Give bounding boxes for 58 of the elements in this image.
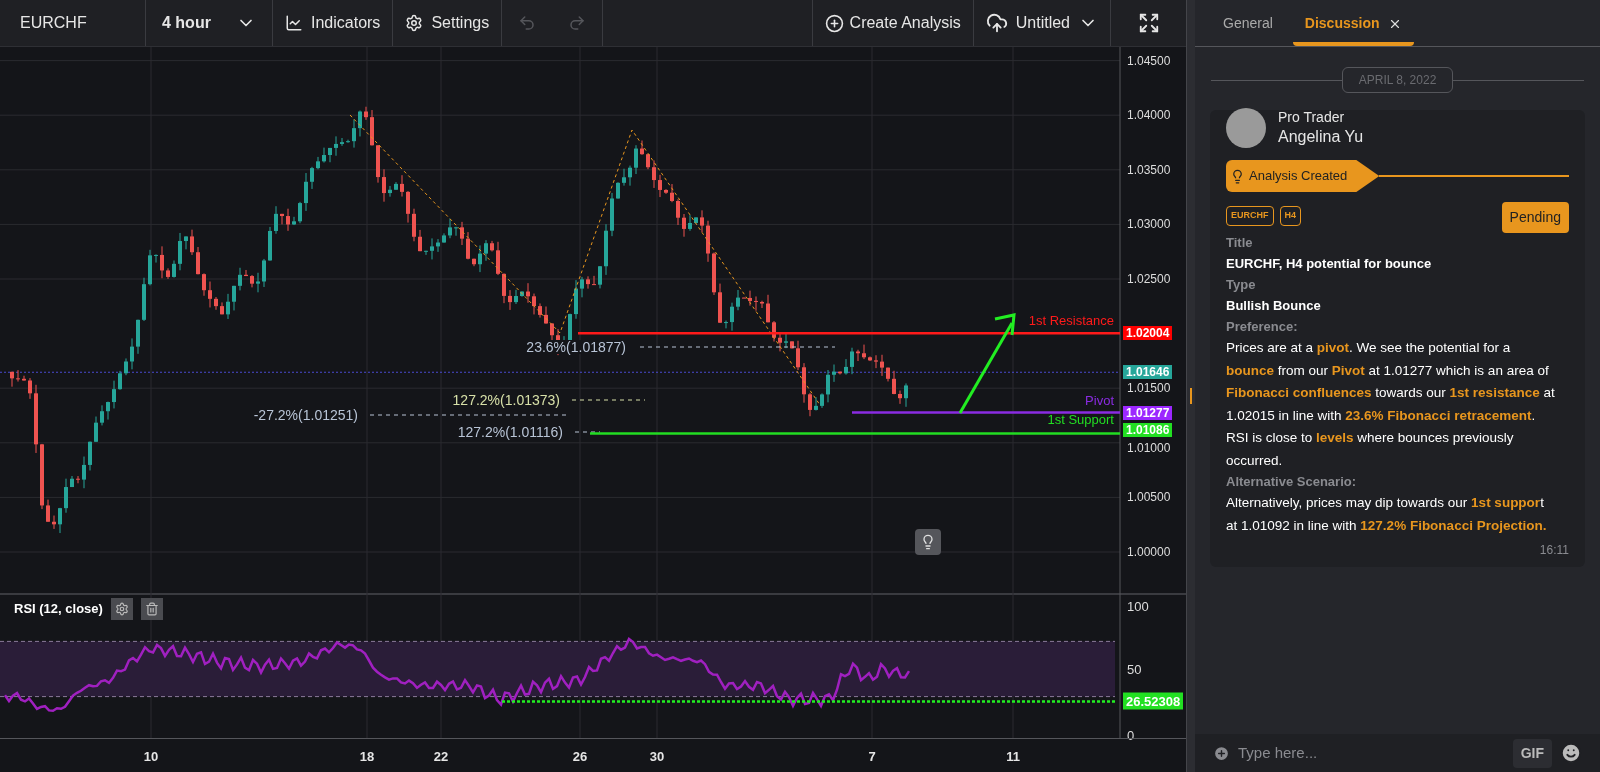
field-label: Alternative Scenario: (1226, 473, 1358, 491)
fibonacci-label: -27.2%(1.01251) (251, 408, 360, 422)
price-label: 1.01646 (1123, 365, 1173, 380)
layout-dropdown[interactable]: Untitled (973, 0, 1110, 46)
rsi-value-label: 26.52308 (1123, 692, 1184, 710)
price-tick: 1.04500 (1127, 54, 1171, 67)
rsi-title: RSI (12, close) (14, 600, 103, 619)
event-label: Analysis Created (1249, 167, 1348, 186)
author-name: Angelina Yu (1278, 126, 1364, 147)
date-label: 11 (1006, 748, 1020, 766)
symbol-label[interactable]: EURCHF (0, 0, 145, 46)
price-tick: 1.01000 (1127, 441, 1171, 454)
field-label: Type (1226, 276, 1257, 294)
field-paragraph: Alternatively, prices may dip towards our 1st support at 1.01092 in line with 127.2% Fibonacci Projection. (1226, 494, 1548, 535)
rsi-tick: 50 (1127, 662, 1142, 676)
field-label: Title (1226, 234, 1254, 252)
rsi-tick: 100 (1127, 599, 1149, 612)
price-tick: 1.04000 (1127, 109, 1171, 122)
symbol-tag: H4 (1279, 206, 1301, 226)
indicators-button[interactable]: Indicators (273, 0, 393, 46)
price-label: 1.02004 (1123, 326, 1173, 341)
panel-tab[interactable]: General (1211, 5, 1285, 46)
date-label: 26 (572, 748, 588, 766)
price-tick: 1.02500 (1127, 273, 1171, 285)
field-label: Preference: (1226, 318, 1299, 336)
field-value: Bullish Bounce (1226, 297, 1322, 315)
date-label: 18 (359, 748, 375, 766)
price-tick: 1.00500 (1127, 491, 1171, 504)
date-label: 10 (143, 748, 159, 766)
fibonacci-label: 23.6%(1.01877) (524, 340, 628, 354)
panel-tab[interactable]: Discussion (1292, 5, 1414, 46)
message-time: 16:11 (1539, 542, 1569, 559)
field-value: EURCHF, H4 potential for bounce (1226, 255, 1433, 273)
symbol-tag: EURCHF (1226, 206, 1274, 226)
author-role: Pro Trader (1278, 109, 1346, 127)
fibonacci-label: 127.2%(1.01373) (450, 393, 562, 407)
level-line-label: 1st Resistance (1028, 313, 1114, 327)
level-line-label: 1st Support (1047, 412, 1114, 426)
level-line-label: Pivot (1085, 393, 1114, 407)
price-label: 1.01086 (1123, 423, 1173, 438)
date-separator: APRIL 8, 2022 (1341, 67, 1454, 93)
price-tick: 1.03000 (1127, 218, 1171, 231)
price-tick: 1.03500 (1127, 163, 1171, 176)
price-label: 1.01277 (1123, 405, 1173, 420)
date-label: 30 (649, 748, 665, 766)
settings-button[interactable]: Settings (393, 0, 502, 46)
price-tick: 1.00000 (1127, 546, 1171, 558)
date-label: 7 (868, 748, 876, 766)
status-badge: Pending (1501, 202, 1569, 233)
timeframe-dropdown[interactable]: 4 hour (146, 0, 272, 46)
field-paragraph: Prices are at a pivot. We see the potential for a bounce from our Pivot at 1.01277 which is an area of Fibonacci confluences towards our 1st resistance at 1.02015 in line with 23.6% Fibonacci retracement. RSI is close to levels where bounces previously occurred. (1226, 339, 1556, 470)
price-tick: 1.01500 (1127, 382, 1171, 395)
create-analysis-button[interactable]: Create Analysis (812, 0, 973, 46)
date-label: 22 (433, 748, 449, 766)
gif-button[interactable]: GIF (1512, 738, 1552, 768)
message-input[interactable]: Type here... (1238, 741, 1505, 765)
fibonacci-label: 127.2%(1.01116) (455, 425, 565, 439)
message-composer[interactable]: Type here... GIF (1195, 734, 1600, 772)
